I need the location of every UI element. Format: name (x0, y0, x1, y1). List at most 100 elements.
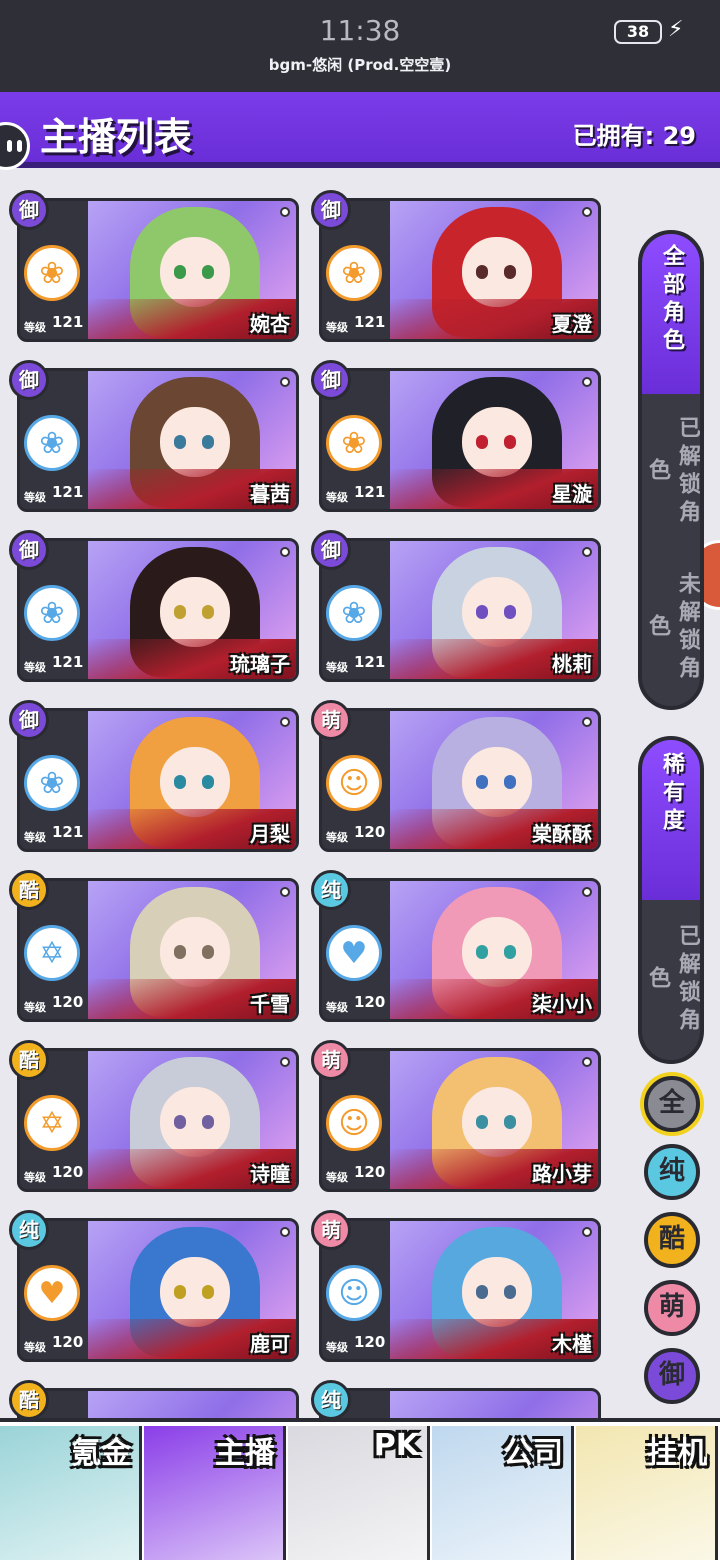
character-card[interactable]: ❀ 等级 121 月梨 (17, 708, 299, 852)
type-badge: 萌 (311, 1040, 351, 1080)
character-card[interactable]: ☺ 等级 120 棠酥酥 (319, 708, 601, 852)
character-eye (504, 265, 516, 279)
character-card[interactable]: ❀ 等级 121 婉杏 (17, 198, 299, 342)
type-filter-button[interactable]: 纯 (644, 1144, 700, 1200)
character-eye (504, 945, 516, 959)
character-portrait (88, 1391, 296, 1418)
bottom-nav: 氪金 主播 PK 公司 挂机 (0, 1418, 720, 1560)
character-card[interactable] (17, 1388, 299, 1418)
unlock-filter-panel: 全部角色已解锁角色 未解锁角色 (638, 230, 704, 710)
level-value: 120 (52, 1163, 84, 1181)
type-badge: 御 (9, 700, 49, 740)
character-card[interactable]: ☺ 等级 120 木槿 (319, 1218, 601, 1362)
character-name: 暮茜 (250, 482, 290, 506)
level-value: 120 (52, 1333, 84, 1351)
chat-icon[interactable] (0, 122, 30, 170)
bgm-title: bgm-悠闲 (Prod.空空壹) (268, 56, 452, 74)
rarity-filter-panel: 稀有度 已解锁角色 (638, 736, 704, 1064)
type-filter-button[interactable]: 酷 (644, 1212, 700, 1268)
type-badge: 御 (311, 190, 351, 230)
rose-icon: ❀ (24, 755, 80, 811)
nav-battle[interactable]: PK (288, 1426, 430, 1560)
filter-option[interactable]: 全部角色 (642, 234, 700, 394)
character-card[interactable]: ♥ 等级 120 鹿可 (17, 1218, 299, 1362)
favorite-dot (582, 717, 592, 727)
filter-option-label: 已解锁角色 (645, 924, 700, 1036)
filter-option[interactable]: 稀有度 (642, 740, 700, 900)
character-face (462, 1257, 532, 1327)
character-card[interactable]: ✡ 等级 120 千雪 (17, 878, 299, 1022)
character-eye (476, 435, 488, 449)
level-value: 120 (354, 993, 386, 1011)
character-portrait (390, 1391, 598, 1418)
type-badge: 御 (9, 530, 49, 570)
favorite-dot (582, 207, 592, 217)
nav-building[interactable]: 公司 (432, 1426, 574, 1560)
favorite-dot (582, 547, 592, 557)
type-badge: 御 (9, 190, 49, 230)
clock: 11:38 (319, 14, 401, 47)
level-label: 等级 (326, 491, 348, 504)
nav-pig-host[interactable]: 主播 (144, 1426, 286, 1560)
level-value: 121 (354, 313, 386, 331)
character-face (160, 1087, 230, 1157)
nav-coin-stack[interactable]: 氪金 (0, 1426, 142, 1560)
character-face (160, 237, 230, 307)
character-card[interactable]: ❀ 等级 121 星漩 (319, 368, 601, 512)
level-label: 等级 (24, 321, 46, 334)
type-badge: 纯 (311, 870, 351, 910)
rose-icon: ❀ (24, 415, 80, 471)
level-label: 等级 (24, 491, 46, 504)
character-face (462, 577, 532, 647)
character-face (160, 1257, 230, 1327)
nav-piggy-bank[interactable]: 挂机 (576, 1426, 718, 1560)
type-filter-button[interactable]: 全 (644, 1076, 700, 1132)
type-badge: 御 (311, 360, 351, 400)
charging-icon: ⚡ (668, 17, 684, 42)
character-eye (174, 1285, 186, 1299)
filter-option[interactable]: 未解锁角色 (642, 550, 700, 706)
favorite-dot (280, 207, 290, 217)
character-eye (504, 435, 516, 449)
nav-label: 挂机 (647, 1436, 707, 1471)
rose-icon: ❀ (24, 585, 80, 641)
rose-icon: ❀ (326, 245, 382, 301)
level-label: 等级 (326, 661, 348, 674)
character-eye (174, 265, 186, 279)
character-eye (174, 775, 186, 789)
type-filter-button[interactable]: 御 (644, 1348, 700, 1404)
page-header: 主播列表 已拥有: 29 (0, 92, 720, 170)
character-card[interactable]: ❀ 等级 121 夏澄 (319, 198, 601, 342)
character-name: 星漩 (552, 482, 592, 506)
character-card[interactable] (319, 1388, 601, 1418)
character-eye (202, 435, 214, 449)
nav-label: PK (373, 1428, 419, 1463)
heart-pulse-icon: ♥ (326, 925, 382, 981)
character-name: 千雪 (250, 992, 290, 1016)
character-card[interactable]: ❀ 等级 121 桃莉 (319, 538, 601, 682)
level-label: 等级 (24, 1341, 46, 1354)
level-label: 等级 (24, 1171, 46, 1184)
filter-option-label: 全部角色 (659, 244, 684, 356)
character-face (160, 917, 230, 987)
filter-option[interactable]: 已解锁角色 (642, 394, 700, 550)
character-name: 棠酥酥 (532, 822, 592, 846)
character-card[interactable]: ☺ 等级 120 路小芽 (319, 1048, 601, 1192)
filter-option[interactable]: 已解锁角色 (642, 900, 700, 1060)
character-card[interactable]: ❀ 等级 121 琉璃子 (17, 538, 299, 682)
type-filter-button[interactable]: 萌 (644, 1280, 700, 1336)
level-label: 等级 (24, 1001, 46, 1014)
nav-label: 公司 (503, 1436, 563, 1471)
favorite-dot (280, 887, 290, 897)
star-icon: ✡ (24, 925, 80, 981)
character-name: 月梨 (250, 822, 290, 846)
character-face (462, 237, 532, 307)
rose-icon: ❀ (326, 415, 382, 471)
character-card[interactable]: ✡ 等级 120 诗瞳 (17, 1048, 299, 1192)
favorite-dot (582, 377, 592, 387)
character-card[interactable]: ❀ 等级 121 暮茜 (17, 368, 299, 512)
character-card[interactable]: ♥ 等级 120 柒小小 (319, 878, 601, 1022)
favorite-dot (582, 1057, 592, 1067)
level-value: 120 (354, 1163, 386, 1181)
nav-label: 主播 (215, 1436, 275, 1471)
